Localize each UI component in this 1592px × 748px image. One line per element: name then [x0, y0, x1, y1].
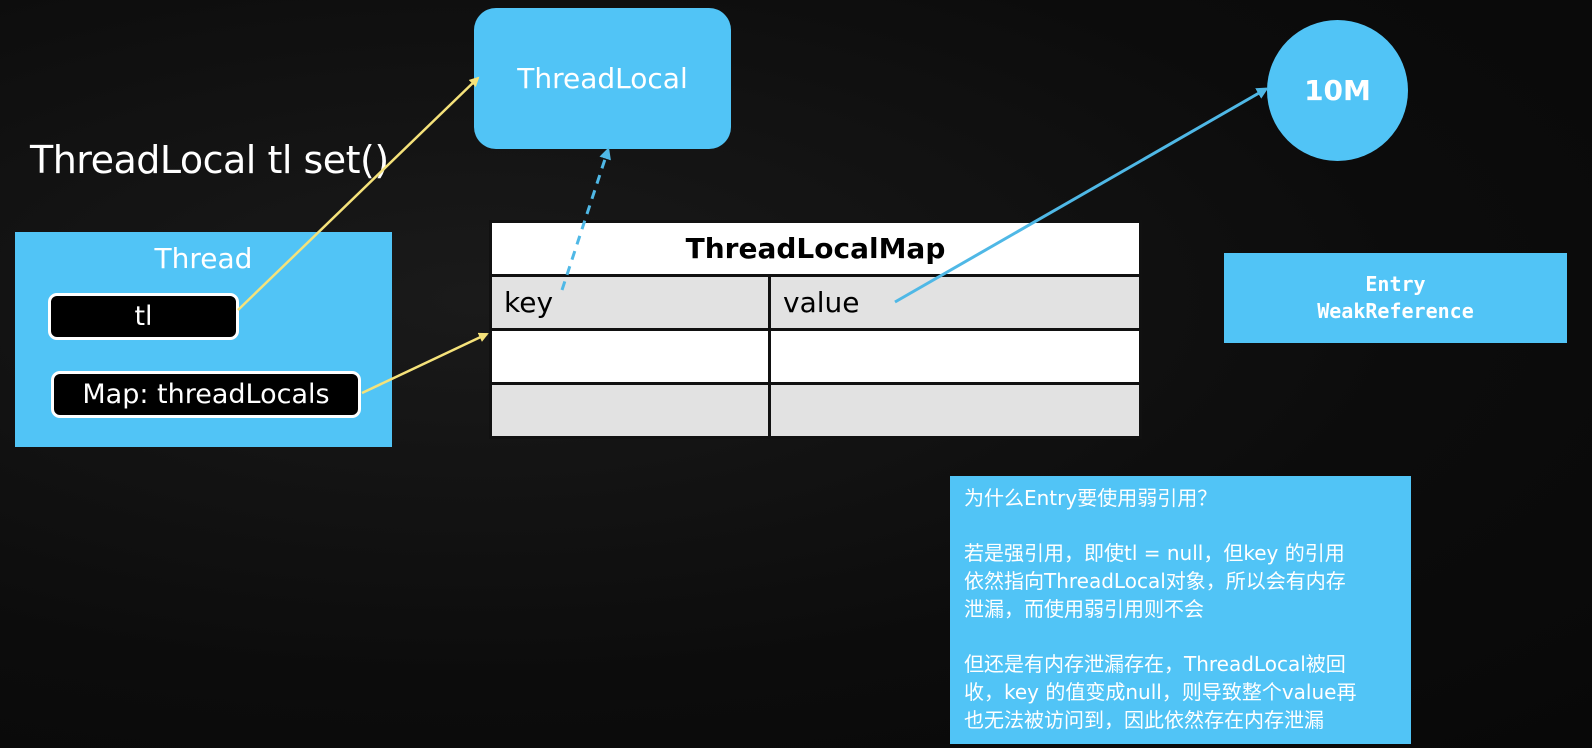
note-para2-line2: 收，key 的值变成null，则导致整个value再 — [964, 680, 1357, 704]
threadlocalmap-title: ThreadLocalMap — [489, 220, 1142, 277]
threadlocal-node-label: ThreadLocal — [517, 62, 688, 95]
note-para1-line2: 依然指向ThreadLocal对象，所以会有内存 — [964, 569, 1346, 593]
note-para2-line3: 也无法被访问到，因此依然存在内存泄漏 — [964, 708, 1324, 732]
thread-node-label: Thread — [154, 242, 253, 275]
note-question: 为什么Entry要使用弱引用？ — [964, 484, 1399, 512]
thread-field-map-label: Map: threadLocals — [82, 379, 330, 410]
thread-field-map: Map: threadLocals — [51, 371, 361, 418]
diagram-canvas: ThreadLocal tl set() ThreadLocal 10M Thr… — [0, 0, 1592, 748]
note-paragraph-2: 但还是有内存泄漏存在，ThreadLocal被回 收，key 的值变成null，… — [964, 650, 1399, 734]
map-cell-value-header: value — [768, 274, 1142, 331]
thread-field-tl: tl — [48, 293, 239, 340]
map-cell — [768, 328, 1142, 385]
note-paragraph-1: 若是强引用，即使tl = null，但key 的引用 依然指向ThreadLoc… — [964, 539, 1399, 623]
map-cell — [768, 382, 1142, 439]
note-para1-line3: 泄漏，而使用弱引用则不会 — [964, 597, 1204, 621]
threadlocal-node: ThreadLocal — [474, 8, 731, 149]
note-para2-line1: 但还是有内存泄漏存在，ThreadLocal被回 — [964, 652, 1346, 676]
weakreference-label: WeakReference — [1317, 299, 1474, 323]
entry-weakreference-node: Entry WeakReference — [1224, 253, 1567, 343]
entry-label: Entry — [1365, 272, 1426, 296]
note-para1-line1: 若是强引用，即使tl = null，但key 的引用 — [964, 541, 1345, 565]
thread-field-tl-label: tl — [134, 301, 153, 332]
diagram-heading: ThreadLocal tl set() — [30, 138, 389, 182]
map-cell — [489, 382, 771, 439]
value-object-node: 10M — [1267, 20, 1408, 161]
map-cell — [489, 328, 771, 385]
note-question-text: 为什么Entry要使用弱引用？ — [964, 486, 1218, 510]
value-object-label: 10M — [1304, 74, 1371, 107]
thread-node: Thread tl Map: threadLocals — [15, 232, 392, 447]
map-cell-key-header: key — [489, 274, 771, 331]
explanation-note: 为什么Entry要使用弱引用？ 若是强引用，即使tl = null，但key 的… — [950, 476, 1411, 744]
threadlocalmap-table: ThreadLocalMap key value — [489, 220, 1142, 439]
